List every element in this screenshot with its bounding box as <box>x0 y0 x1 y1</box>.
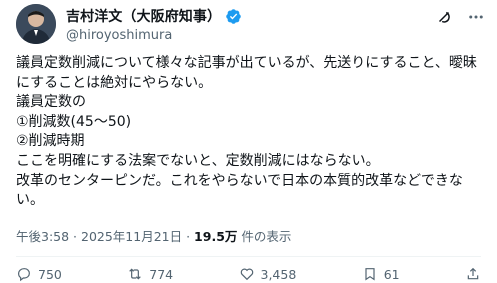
tweet-meta: 午後3:58 · 2025年11月21日 · 19.5万 件の表示 <box>16 226 291 245</box>
repost-icon <box>129 268 142 280</box>
handle[interactable]: @hiroyoshimura <box>66 28 242 43</box>
reply-icon <box>18 268 30 282</box>
bookmark-count: 61 <box>383 266 400 282</box>
view-count: 19.5万 <box>194 229 238 244</box>
like-count: 3,458 <box>260 266 297 282</box>
avatar-image <box>16 4 56 44</box>
timestamp[interactable]: 午後3:58 · 2025年11月21日 · <box>16 229 194 244</box>
more-icon[interactable] <box>467 8 485 26</box>
reply-button[interactable]: 750 <box>16 266 62 282</box>
divider <box>16 256 481 257</box>
verified-badge-icon <box>225 8 242 25</box>
avatar[interactable] <box>16 4 56 44</box>
repost-count: 774 <box>149 266 174 282</box>
view-suffix: 件の表示 <box>237 229 292 244</box>
action-bar: 750 774 3,458 61 <box>16 266 481 282</box>
tweet-text: 議員定数削減について様々な記事が出ているが、先送りにすること、曖昧にすることは絶… <box>16 55 477 209</box>
grok-icon[interactable] <box>435 8 453 26</box>
bookmark-button[interactable]: 61 <box>362 266 400 282</box>
share-icon <box>467 267 479 280</box>
display-name[interactable]: 吉村洋文（大阪府知事） <box>66 6 221 26</box>
reply-count: 750 <box>38 266 62 282</box>
repost-button[interactable]: 774 <box>127 266 173 282</box>
heart-icon <box>240 268 253 281</box>
like-button[interactable]: 3,458 <box>239 266 297 282</box>
share-button[interactable] <box>465 266 481 282</box>
bookmark-icon <box>365 268 375 281</box>
